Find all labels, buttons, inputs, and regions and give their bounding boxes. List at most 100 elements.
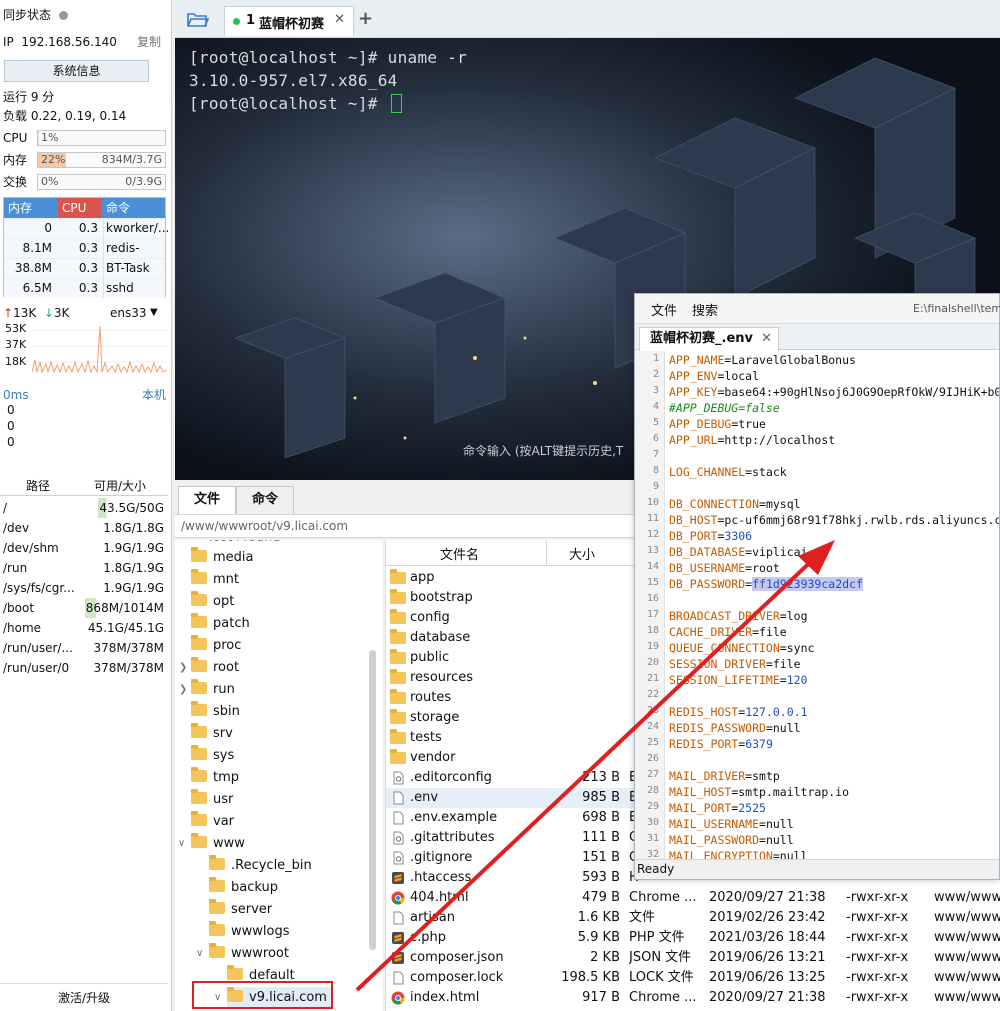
mem-value: 22% [41, 153, 66, 166]
line-number: 10 [646, 497, 659, 508]
line-number: 8 [652, 465, 659, 476]
disk-row[interactable]: /dev 1.8G/1.8G [0, 518, 168, 538]
file-row[interactable]: composer.json 2 KB JSON 文件 2019/06/26 13… [386, 948, 1000, 968]
column-header-size[interactable]: 大小 [569, 544, 595, 563]
env-key: DB_CONNECTION [669, 497, 760, 511]
disk-header-path[interactable]: 路径 [26, 477, 50, 494]
chevron-down-icon[interactable]: ∨ [196, 943, 203, 965]
env-value: null [765, 833, 794, 847]
chevron-down-icon[interactable]: ▼ [150, 304, 158, 322]
code-line: MAIL_PASSWORD=null [669, 833, 794, 847]
file-row[interactable]: 404.html 479 B Chrome ... 2020/09/27 21:… [386, 888, 1000, 908]
tree-item-label: mnt [213, 572, 239, 587]
tree-item[interactable]: ∨ wwwroot [196, 943, 289, 965]
disk-row[interactable]: /home 45.1G/45.1G [0, 618, 168, 638]
file-date: 2019/06/26 13:21 [709, 950, 826, 965]
close-icon[interactable]: ✕ [761, 328, 772, 350]
process-row[interactable]: 6.5M 0.3 sshd [4, 278, 165, 298]
disk-row[interactable]: /run/user/... 378M/378M [0, 638, 168, 658]
tree-item[interactable]: tmp [191, 767, 239, 789]
process-mem: 0 [44, 221, 52, 235]
folder-icon [191, 745, 207, 760]
disk-path: /run/user/... [3, 641, 73, 655]
line-number: 12 [646, 529, 659, 540]
tree-item[interactable]: media [191, 547, 254, 569]
tree-item-label: root [213, 660, 240, 675]
tree-item[interactable]: ❯ root [179, 657, 240, 679]
chevron-down-icon[interactable]: ∨ [178, 833, 185, 855]
editor-tab[interactable]: 蓝帽杯初赛_.env ✕ [639, 327, 779, 351]
connected-status-dot [233, 18, 240, 25]
proc-header-cmd[interactable]: 命令 [106, 198, 130, 218]
close-icon[interactable]: ✕ [334, 12, 345, 27]
net-interface-select[interactable]: ens33 [110, 304, 147, 322]
tab-files[interactable]: 文件 [178, 486, 236, 514]
tree-item[interactable]: ❯ run [179, 679, 235, 701]
file-row[interactable]: c.php 5.9 KB PHP 文件 2021/03/26 18:44 -rw… [386, 928, 1000, 948]
disk-row[interactable]: /run/user/0 378M/378M [0, 658, 168, 678]
process-row[interactable]: 8.1M 0.3 redis-ser... [4, 238, 165, 277]
tree-item[interactable]: sbin [191, 701, 240, 723]
swap-value: 0% [41, 175, 59, 188]
chevron-right-icon[interactable]: ❯ [179, 679, 187, 701]
menu-search[interactable]: 搜索 [692, 300, 718, 319]
column-divider[interactable] [546, 540, 547, 566]
file-row[interactable]: index.html 917 B Chrome ... 2020/09/27 2… [386, 988, 1000, 1008]
command-input-hint[interactable]: 命令输入 (按ALT键提示历史,T [463, 442, 623, 459]
folder-open-icon[interactable] [187, 10, 209, 28]
tree-scrollbar[interactable] [369, 650, 376, 950]
env-value: base64:+90gHlNsoj6J0G9OepRfOkW/9IJHiK+b0 [724, 385, 999, 399]
terminal-prompt-line: [root@localhost ~]# [189, 94, 402, 113]
copy-ip-link[interactable]: 复制 [137, 33, 161, 51]
file-name: .gitignore [410, 850, 473, 865]
menu-file[interactable]: 文件 [651, 300, 677, 319]
env-value: 120 [786, 673, 808, 687]
tree-item[interactable]: sys [191, 745, 234, 767]
disk-row[interactable]: /sys/fs/cgr... 1.9G/1.9G [0, 578, 168, 598]
load-average: 负载 0.22, 0.19, 0.14 [3, 109, 127, 123]
tree-item[interactable]: server [209, 899, 272, 921]
ping-target[interactable]: 本机 [142, 386, 166, 404]
system-info-button[interactable]: 系统信息 [4, 60, 149, 82]
proc-header-cpu[interactable]: CPU [58, 198, 102, 218]
uptime: 运行 9 分 [3, 90, 55, 104]
tree-item[interactable]: opt [191, 591, 234, 613]
ip-value: 192.168.56.140 [21, 35, 117, 49]
tab-commands[interactable]: 命令 [236, 486, 294, 514]
tree-item[interactable]: .Recycle_bin [209, 855, 312, 877]
folder-icon [191, 657, 207, 672]
env-value: 3306 [724, 529, 753, 543]
disk-header-size[interactable]: 可用/大小 [94, 477, 146, 494]
disk-row[interactable]: /run 1.8G/1.9G [0, 558, 168, 578]
env-key: MAIL_PASSWORD [669, 833, 760, 847]
tree-item[interactable]: backup [209, 877, 278, 899]
tree-item[interactable]: mnt [191, 569, 239, 591]
tree-item[interactable]: patch [191, 613, 250, 635]
disk-row[interactable]: / 43.5G/50G [0, 498, 168, 518]
disk-row[interactable]: /boot 868M/1014M [0, 598, 168, 618]
file-name: vendor [410, 750, 456, 765]
tree-item[interactable]: wwwlogs [209, 921, 290, 943]
tree-item[interactable]: proc [191, 635, 241, 657]
file-row[interactable]: artisan 1.6 KB 文件 2019/02/26 23:42 -rwxr… [386, 908, 1000, 928]
net-tick-3: 18K [5, 355, 27, 368]
process-table: 内存 CPU 命令 0 0.3 kworker/... 8.1M 0.3 redi… [3, 197, 169, 298]
editor-code-area[interactable]: APP_NAME=LaravelGlobalBonus APP_ENV=local… [669, 351, 999, 861]
tree-item[interactable]: srv [191, 723, 233, 745]
folder-icon [209, 921, 225, 936]
tree-item[interactable]: var [191, 811, 234, 833]
session-tab[interactable]: 1 蓝帽杯初赛 ✕ [224, 6, 354, 36]
process-row[interactable]: 38.8M 0.3 BT-Task [4, 258, 165, 278]
proc-header-mem[interactable]: 内存 [8, 198, 32, 218]
tree-item[interactable]: usr [191, 789, 233, 811]
file-size: 698 B [582, 810, 620, 825]
new-tab-button[interactable]: + [358, 8, 373, 29]
disk-row[interactable]: /dev/shm 1.9G/1.9G [0, 538, 168, 558]
activate-upgrade-link[interactable]: 激活/升级 [0, 983, 168, 1011]
file-row[interactable]: composer.lock 198.5 KB LOCK 文件 2019/06/2… [386, 968, 1000, 988]
process-row[interactable]: 0 0.3 kworker/... [4, 218, 169, 238]
tree-item[interactable]: ∨ www [178, 833, 245, 855]
chevron-right-icon[interactable]: ❯ [179, 657, 187, 679]
column-header-name[interactable]: 文件名 [440, 544, 479, 563]
folder-icon [191, 635, 207, 650]
